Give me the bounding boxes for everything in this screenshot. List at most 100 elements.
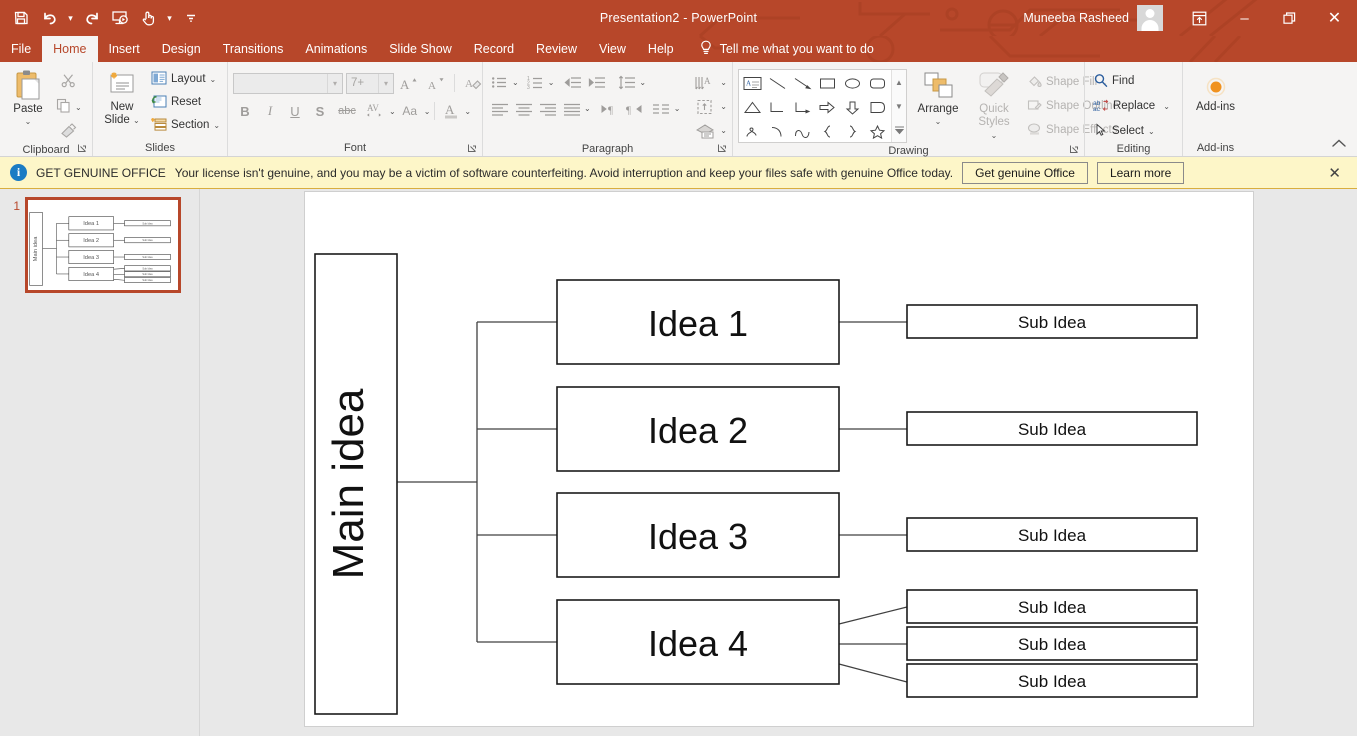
underline-button[interactable]: U [283, 99, 307, 123]
paragraph-dialog-launcher[interactable] [716, 143, 728, 155]
quick-styles-caret-icon[interactable]: ⌄ [991, 131, 998, 140]
left-brace-shape[interactable] [815, 119, 840, 143]
tell-me-search[interactable]: Tell me what you want to do [699, 36, 874, 62]
character-spacing-caret-icon[interactable]: ⌄ [389, 107, 396, 116]
slide-thumbnail-1[interactable]: Main idea Idea 1 Idea 2 Idea 3 Idea 4 Su… [25, 197, 181, 293]
tab-file[interactable]: File [0, 36, 42, 62]
gallery-more-icon[interactable] [892, 118, 906, 142]
text-direction-button[interactable]: A [691, 71, 719, 94]
strikethrough-button[interactable]: abc [333, 99, 361, 123]
align-center-button[interactable] [512, 97, 535, 120]
undo-icon[interactable] [36, 5, 62, 31]
cut-button[interactable] [53, 71, 85, 93]
reset-button[interactable]: Reset [148, 91, 223, 113]
line-shape[interactable] [765, 71, 790, 95]
right-arrow-shape[interactable] [815, 95, 840, 119]
text-shadow-button[interactable]: S [308, 99, 332, 123]
undo-caret-icon[interactable]: ▾ [64, 5, 77, 31]
banner-close-icon[interactable]: ✕ [1322, 164, 1347, 182]
select-button[interactable]: Select ⌄ [1090, 120, 1173, 142]
quick-access-toolbar[interactable]: ▾ ▾ [0, 5, 204, 31]
copy-button[interactable]: ⌄ [53, 96, 85, 118]
start-slideshow-icon[interactable] [107, 5, 133, 31]
tab-help[interactable]: Help [637, 36, 685, 62]
pentagon-shape[interactable] [865, 95, 890, 119]
columns-button[interactable] [650, 97, 673, 120]
curve-shape[interactable] [790, 119, 815, 143]
touch-mode-icon[interactable] [135, 5, 161, 31]
oval-shape[interactable] [840, 71, 865, 95]
rectangle-shape[interactable] [815, 71, 840, 95]
gallery-scroll-down-icon[interactable]: ▼ [892, 94, 906, 118]
redo-icon[interactable] [79, 5, 105, 31]
avatar[interactable] [1137, 5, 1163, 31]
arrow-shape[interactable] [790, 71, 815, 95]
arc-shape[interactable] [765, 119, 790, 143]
bullets-button[interactable] [488, 71, 511, 94]
numbering-caret-icon[interactable]: ⌄ [548, 78, 555, 87]
tab-design[interactable]: Design [151, 36, 212, 62]
text-direction-caret-icon[interactable]: ⌄ [720, 78, 727, 87]
convert-smartart-caret-icon[interactable]: ⌄ [720, 126, 727, 135]
layout-button[interactable]: Layout ⌄ [148, 68, 223, 90]
decrease-indent-button[interactable] [561, 71, 584, 94]
tab-transitions[interactable]: Transitions [212, 36, 295, 62]
layout-caret-icon[interactable]: ⌄ [210, 75, 217, 84]
learn-more-button[interactable]: Learn more [1096, 161, 1185, 184]
clipboard-dialog-launcher[interactable] [76, 143, 88, 155]
increase-font-size-button[interactable]: A [397, 71, 421, 95]
align-right-button[interactable] [536, 97, 559, 120]
down-arrow-shape[interactable] [840, 95, 865, 119]
numbering-button[interactable]: 1 2 3 [524, 71, 547, 94]
quick-styles-button[interactable]: Quick Styles ⌄ [969, 69, 1019, 145]
elbow-arrow-connector-shape[interactable] [790, 95, 815, 119]
copy-caret-icon[interactable]: ⌄ [75, 103, 82, 112]
font-size-combo[interactable]: 7+ ▾ [346, 72, 394, 94]
font-name-caret-icon[interactable]: ▾ [327, 73, 342, 93]
drawing-dialog-launcher[interactable] [1068, 144, 1080, 156]
section-caret-icon[interactable]: ⌄ [213, 121, 220, 130]
find-button[interactable]: Find [1090, 70, 1173, 92]
rounded-rectangle-shape[interactable] [865, 71, 890, 95]
slide-canvas[interactable]: Main idea Idea 1 Idea 2 Idea 3 Idea 4 Su… [304, 192, 1253, 726]
new-slide-caret-icon[interactable]: ⌄ [133, 116, 140, 125]
replace-caret-icon[interactable]: ⌄ [1163, 102, 1170, 111]
bold-button[interactable]: B [233, 99, 257, 123]
text-direction-ltr-button[interactable]: ¶ [599, 97, 622, 120]
collapse-ribbon-button[interactable] [1331, 137, 1347, 152]
italic-button[interactable]: I [258, 99, 282, 123]
select-caret-icon[interactable]: ⌄ [1148, 127, 1155, 136]
star-shape[interactable] [865, 119, 890, 143]
columns-caret-icon[interactable]: ⌄ [674, 104, 681, 113]
tab-view[interactable]: View [588, 36, 637, 62]
close-button[interactable]: ✕ [1312, 0, 1357, 36]
decrease-font-size-button[interactable]: A [424, 71, 448, 95]
addins-button[interactable]: Add-ins [1188, 75, 1244, 116]
arrange-caret-icon[interactable]: ⌄ [935, 117, 942, 126]
shapes-gallery[interactable]: A ▲ ▼ [738, 69, 907, 143]
bullets-caret-icon[interactable]: ⌄ [512, 78, 519, 87]
arrange-button[interactable]: Arrange ⌄ [912, 69, 964, 128]
tab-record[interactable]: Record [463, 36, 525, 62]
tab-animations[interactable]: Animations [294, 36, 378, 62]
shapes-gallery-scrollbar[interactable]: ▲ ▼ [891, 70, 906, 142]
tab-home[interactable]: Home [42, 36, 98, 62]
font-name-combo[interactable]: ▾ [233, 72, 343, 94]
convert-to-smartart-button[interactable] [691, 119, 719, 142]
save-icon[interactable] [8, 5, 34, 31]
ribbon-display-options-icon[interactable] [1177, 0, 1222, 36]
paste-button[interactable]: Paste ⌄ [5, 67, 51, 128]
justify-caret-icon[interactable]: ⌄ [584, 104, 591, 113]
align-text-button[interactable] [691, 95, 719, 118]
align-text-caret-icon[interactable]: ⌄ [720, 102, 727, 111]
align-left-button[interactable] [488, 97, 511, 120]
tab-insert[interactable]: Insert [98, 36, 151, 62]
customize-qat-icon[interactable] [178, 5, 204, 31]
tab-slide-show[interactable]: Slide Show [378, 36, 463, 62]
paste-caret-icon[interactable]: ⌄ [25, 117, 32, 126]
font-dialog-launcher[interactable] [466, 143, 478, 155]
right-brace-shape[interactable] [840, 119, 865, 143]
line-spacing-button[interactable] [615, 71, 638, 94]
line-spacing-caret-icon[interactable]: ⌄ [639, 78, 646, 87]
tab-review[interactable]: Review [525, 36, 588, 62]
